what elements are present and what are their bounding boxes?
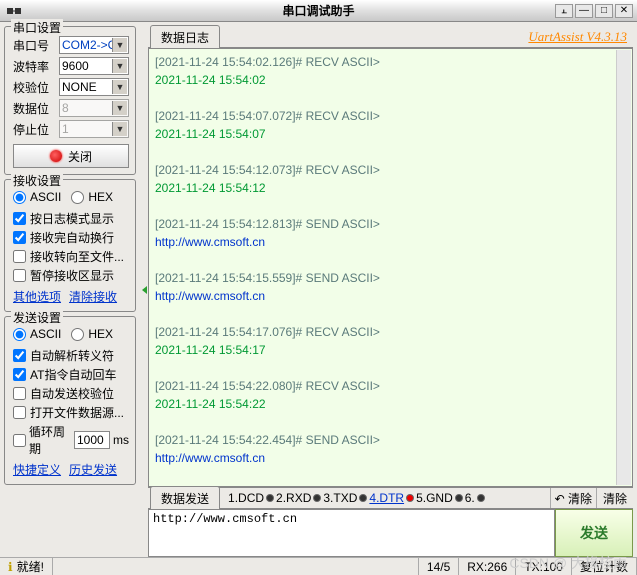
recv-hex-radio[interactable]: HEX <box>71 190 113 204</box>
status-tx: TX:100 <box>516 558 572 575</box>
recv-opt3[interactable]: 接收转向至文件... <box>13 248 129 265</box>
log-header: [2021-11-24 15:54:17.076]# RECV ASCII> <box>155 323 626 341</box>
cycle-check[interactable] <box>13 434 26 447</box>
parity-select[interactable]: NONE <box>59 78 129 96</box>
status-counter: 14/5 <box>419 558 459 575</box>
log-body: http://www.cmsoft.cn <box>155 287 626 305</box>
status-bar: ℹ 就绪! 14/5 RX:266 TX:100 复位计数 <box>0 557 637 575</box>
send-history-link[interactable]: 历史发送 <box>69 461 117 478</box>
send-opt1[interactable]: 自动解析转义符 <box>13 347 129 364</box>
log-area[interactable]: [2021-11-24 15:54:02.126]# RECV ASCII>20… <box>148 48 633 487</box>
baud-label: 波特率 <box>13 58 55 75</box>
log-header: [2021-11-24 15:54:22.454]# SEND ASCII> <box>155 431 626 449</box>
recv-opt2[interactable]: 接收完自动换行 <box>13 229 129 246</box>
send-quick-link[interactable]: 快捷定义 <box>13 461 61 478</box>
parity-label: 校验位 <box>13 79 55 96</box>
port-label: 串口号 <box>13 37 55 54</box>
cycle-label: 循环周期 <box>29 423 71 457</box>
close-port-label: 关闭 <box>68 148 92 165</box>
app-logo-icon <box>4 3 24 19</box>
recv-opt1[interactable]: 按日志模式显示 <box>13 210 129 227</box>
databits-label: 数据位 <box>13 100 55 117</box>
databits-select[interactable]: 8 <box>59 99 129 117</box>
titlebar: 串口调试助手 ⫠ — □ ✕ <box>0 0 637 22</box>
group-title: 发送设置 <box>11 309 63 326</box>
signal-2RXD[interactable]: 2.RXD <box>276 491 321 505</box>
recv-opt4[interactable]: 暂停接收区显示 <box>13 267 129 284</box>
recv-settings-group: 接收设置 ASCII HEX 按日志模式显示 接收完自动换行 接收转向至文件..… <box>4 179 136 312</box>
log-header: [2021-11-24 15:54:22.080]# RECV ASCII> <box>155 377 626 395</box>
send-hex-radio[interactable]: HEX <box>71 327 113 341</box>
recv-ascii-radio[interactable]: ASCII <box>13 190 61 204</box>
cycle-input[interactable] <box>74 431 110 449</box>
signal-dot-icon <box>455 494 463 502</box>
stopbits-label: 停止位 <box>13 121 55 138</box>
log-body: http://www.cmsoft.cn <box>155 233 626 251</box>
close-port-button[interactable]: 关闭 <box>13 144 129 168</box>
send-settings-group: 发送设置 ASCII HEX 自动解析转义符 AT指令自动回车 自动发送校验位 … <box>4 316 136 485</box>
window-title: 串口调试助手 <box>282 2 354 19</box>
send-opt4[interactable]: 打开文件数据源... <box>13 404 129 421</box>
pin-icon[interactable]: ⫠ <box>555 4 573 18</box>
port-settings-group: 串口设置 串口号COM2->COM 波特率9600 校验位NONE 数据位8 停… <box>4 26 136 175</box>
signal-5GND[interactable]: 5.GND <box>416 491 463 505</box>
log-body: 2021-11-24 15:54:07 <box>155 125 626 143</box>
status-rx: RX:266 <box>459 558 516 575</box>
recv-other-link[interactable]: 其他选项 <box>13 288 61 305</box>
group-title: 串口设置 <box>11 19 63 36</box>
brand-link[interactable]: UartAssist V4.3.13 <box>528 29 633 45</box>
signal-dot-icon <box>406 494 414 502</box>
log-header: [2021-11-24 15:54:12.073]# RECV ASCII> <box>155 161 626 179</box>
signal-dot-icon <box>359 494 367 502</box>
send-input[interactable] <box>148 509 555 557</box>
signal-4DTR[interactable]: 4.DTR <box>369 491 414 505</box>
clear-undo-button[interactable]: ↶ 清除 <box>550 488 596 508</box>
log-body: 2021-11-24 15:54:17 <box>155 341 626 359</box>
baud-select[interactable]: 9600 <box>59 57 129 75</box>
log-body: 2021-11-24 15:54:22 <box>155 395 626 413</box>
send-opt3[interactable]: 自动发送校验位 <box>13 385 129 402</box>
send-ascii-radio[interactable]: ASCII <box>13 327 61 341</box>
signal-dot-icon <box>313 494 321 502</box>
send-tab[interactable]: 数据发送 <box>150 486 220 510</box>
cycle-unit: ms <box>113 433 129 447</box>
status-reset[interactable]: 复位计数 <box>572 558 637 575</box>
send-button[interactable]: 发送 <box>555 509 633 557</box>
splitter[interactable] <box>140 22 148 557</box>
recv-clear-link[interactable]: 清除接收 <box>69 288 117 305</box>
log-body: 2021-11-24 15:54:02 <box>155 71 626 89</box>
status-dot-icon <box>50 150 62 162</box>
log-tab[interactable]: 数据日志 <box>150 25 220 49</box>
signal-dot-icon <box>266 494 274 502</box>
ready-icon: ℹ <box>8 560 13 574</box>
send-opt2[interactable]: AT指令自动回车 <box>13 366 129 383</box>
close-window-button[interactable]: ✕ <box>615 4 633 18</box>
log-header: [2021-11-24 15:54:12.813]# SEND ASCII> <box>155 215 626 233</box>
log-header: [2021-11-24 15:54:02.126]# RECV ASCII> <box>155 53 626 71</box>
maximize-button[interactable]: □ <box>595 4 613 18</box>
signal-1DCD[interactable]: 1.DCD <box>228 491 274 505</box>
log-body: 2021-11-24 15:54:12 <box>155 179 626 197</box>
port-select[interactable]: COM2->COM <box>59 36 129 54</box>
group-title: 接收设置 <box>11 172 63 189</box>
signal-6[interactable]: 6. <box>465 491 485 505</box>
log-body: http://www.cmsoft.cn <box>155 449 626 467</box>
log-header: [2021-11-24 15:54:15.559]# SEND ASCII> <box>155 269 626 287</box>
scrollbar[interactable] <box>616 50 631 485</box>
status-ready: 就绪! <box>17 558 44 575</box>
minimize-button[interactable]: — <box>575 4 593 18</box>
signal-3TXD[interactable]: 3.TXD <box>323 491 367 505</box>
log-header: [2021-11-24 15:54:07.072]# RECV ASCII> <box>155 107 626 125</box>
stopbits-select[interactable]: 1 <box>59 120 129 138</box>
signal-dot-icon <box>477 494 485 502</box>
clear-button[interactable]: 清除 <box>596 488 633 508</box>
